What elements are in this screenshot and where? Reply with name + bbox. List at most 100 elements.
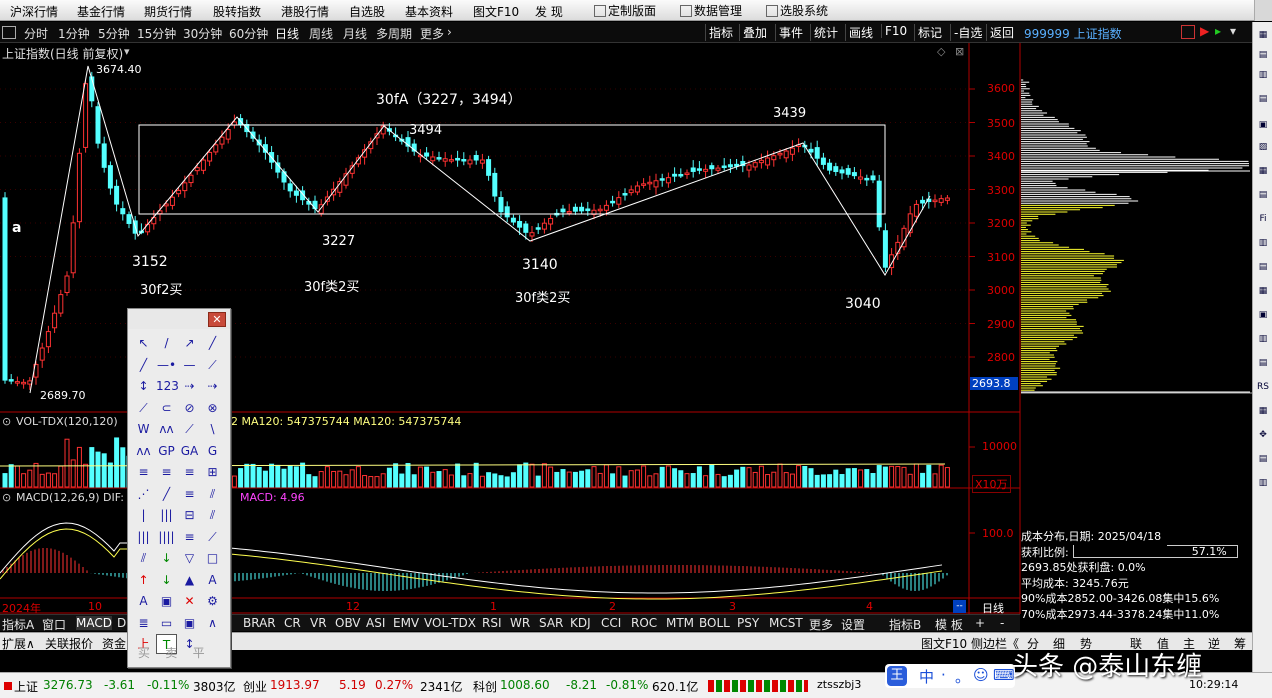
date-axis-menu-icon[interactable]: -- <box>953 600 966 613</box>
f10-tab[interactable]: 图文F10 <box>921 635 967 652</box>
menu-sz-quotes[interactable]: 沪深行情 <box>10 3 58 20</box>
indicator-tab[interactable]: VOL-TDX <box>424 616 476 630</box>
mark-button[interactable]: 标记 <box>914 24 945 41</box>
remove-watchlist-button[interactable]: -自选 <box>950 24 985 41</box>
ime-punct[interactable]: 。 <box>955 666 970 687</box>
drawing-tool-icon[interactable]: / <box>156 333 177 353</box>
drawing-tool-icon[interactable]: ↗ <box>179 333 200 353</box>
drawing-tool-icon[interactable]: ||| <box>133 527 154 547</box>
indicator-tab[interactable]: ROC <box>631 616 657 630</box>
sidebar-icon[interactable]: ▤ <box>1255 92 1271 106</box>
drawing-tool-icon[interactable]: ʌʌ <box>133 441 154 461</box>
drawing-tool-icon[interactable]: ⇢ <box>202 376 223 396</box>
indicator-tab[interactable]: CR <box>284 616 301 630</box>
indicator-tab[interactable]: 模 板 <box>935 616 963 633</box>
drawing-tool-icon[interactable]: A <box>133 591 154 611</box>
sidebar-icon[interactable]: ▥ <box>1255 332 1271 346</box>
close-pane-icon[interactable]: ⊠ <box>955 45 964 58</box>
indicator-tab[interactable]: PSY <box>737 616 759 630</box>
indicator-tab[interactable]: MTM <box>666 616 694 630</box>
drawing-tool-icon[interactable]: ⇢ <box>179 376 200 396</box>
indicator-tab[interactable]: VR <box>310 616 327 630</box>
drawing-tool-icon[interactable]: GA <box>179 441 200 461</box>
drawing-tool-icon[interactable]: — <box>179 355 200 375</box>
menu-f10[interactable]: 图文F10 <box>473 3 519 20</box>
events-button[interactable]: 事件 <box>775 24 806 41</box>
drawing-tool-icon[interactable]: ╱ <box>202 333 223 353</box>
drawing-tool-icon[interactable]: GP <box>156 441 177 461</box>
drawing-tool-icon[interactable]: —• <box>156 355 177 375</box>
drawing-tool-icon[interactable]: ⊗ <box>202 398 223 418</box>
drawing-tool-icon[interactable]: ⚙ <box>202 591 223 611</box>
menu-watchlist[interactable]: 自选股 <box>349 3 385 20</box>
indicator-tab[interactable]: RSI <box>482 616 502 630</box>
indicator-button[interactable]: 指标 <box>705 24 736 41</box>
drawing-tool-icon[interactable]: 123 <box>156 376 179 396</box>
capital-button[interactable]: 资金 <box>102 635 126 652</box>
indicator-tab[interactable]: 指标B <box>889 616 921 633</box>
remove-tab-icon[interactable]: - <box>1000 616 1004 630</box>
drawing-tool-icon[interactable]: ⟋ <box>202 355 223 375</box>
expand-button[interactable]: 扩展∧ <box>2 635 35 652</box>
drawing-tool-icon[interactable]: ⋰ <box>133 484 154 504</box>
overlay-button[interactable]: 叠加 <box>739 24 770 41</box>
drawing-tool-icon[interactable]: ⟋ <box>202 527 223 547</box>
indicator-tab[interactable]: 指标A <box>2 616 34 633</box>
f10-button[interactable]: F10 <box>881 24 910 38</box>
indicator-tab[interactable]: WR <box>510 616 530 630</box>
drawing-tool-icon[interactable]: ↕ <box>133 376 154 396</box>
drawing-tool-icon[interactable]: ⟋ <box>179 419 200 439</box>
indicator-tab[interactable]: EMV <box>393 616 419 630</box>
ime-emoji-icon[interactable]: ☺ <box>973 666 989 684</box>
period-weekly[interactable]: 周线 <box>309 25 333 42</box>
drawing-tool-icon[interactable]: ▭ <box>156 613 177 633</box>
toggle-panel-icon[interactable] <box>2 26 16 39</box>
sidebar-icon[interactable]: ▤ <box>1255 260 1271 274</box>
drawing-tool-icon[interactable]: ≣ <box>133 613 154 633</box>
sidebar-icon[interactable]: ▣ <box>1255 118 1271 132</box>
indicator-tab[interactable]: CCI <box>601 616 621 630</box>
drawing-tool-icon[interactable]: ▣ <box>179 613 200 633</box>
window-controls[interactable] <box>1254 0 1272 21</box>
tab-chou[interactable]: 筹 <box>1234 635 1246 652</box>
drawing-tool-icon[interactable]: ⫽ <box>202 505 223 525</box>
close-position-tool[interactable]: 平 <box>193 646 205 660</box>
drawing-tool-icon[interactable]: ↑ <box>133 570 154 590</box>
drawing-tool-icon[interactable]: □ <box>202 548 223 568</box>
back-button[interactable]: 返回 <box>986 24 1017 41</box>
stats-button[interactable]: 统计 <box>810 24 841 41</box>
drawing-tool-icon[interactable]: | <box>133 505 154 525</box>
drawing-tool-icon[interactable]: ≡ <box>156 462 177 482</box>
period-15min[interactable]: 15分钟 <box>137 25 176 42</box>
period-1min[interactable]: 1分钟 <box>58 25 90 42</box>
sh-index-label[interactable]: 上证 <box>14 678 38 695</box>
drawing-tool-icon[interactable]: G <box>202 441 223 461</box>
drawing-tool-icon[interactable]: ↓ <box>156 548 177 568</box>
sidebar-icon[interactable]: ▦ <box>1255 28 1271 42</box>
drawing-tool-icon[interactable]: ∧ <box>202 613 223 633</box>
drawing-tool-icon[interactable]: ↓ <box>156 570 177 590</box>
add-tab-icon[interactable]: + <box>975 616 985 630</box>
drawing-tool-icon[interactable]: ≡ <box>179 527 200 547</box>
period-more[interactable]: 更多 <box>420 25 444 42</box>
buy-tool[interactable]: 买 <box>138 646 150 660</box>
drawing-tool-icon[interactable]: |||| <box>156 527 177 547</box>
custom-layout-button[interactable]: 定制版面 <box>594 2 656 19</box>
sidebar-icon[interactable]: ▤ <box>1255 188 1271 202</box>
sell-tool[interactable]: 卖 <box>165 646 177 660</box>
drawing-tool-icon[interactable]: ⟋ <box>133 398 154 418</box>
flag-icon[interactable]: ▸ <box>1215 24 1221 38</box>
drawing-tool-icon[interactable]: ʌʌ <box>156 419 177 439</box>
drawing-tool-icon[interactable]: ↖ <box>133 333 154 353</box>
dropdown-icon[interactable]: ▾ <box>1230 24 1236 38</box>
cy-index-label[interactable]: 创业 <box>243 678 267 695</box>
drawing-tool-icon[interactable]: ╱ <box>133 355 154 375</box>
drawing-tool-icon[interactable]: ||| <box>156 505 177 525</box>
indicator-tab[interactable]: MACD <box>76 616 112 630</box>
sidebar-icon[interactable]: ▨ <box>1255 140 1271 154</box>
drawing-tool-icon[interactable]: ⊞ <box>202 462 223 482</box>
period-daily[interactable]: 日线 <box>275 25 299 42</box>
sidebar-icon[interactable]: ▤ <box>1255 48 1271 62</box>
drawing-tool-icon[interactable]: \ <box>202 419 223 439</box>
draw-line-button[interactable]: 画线 <box>845 24 876 41</box>
